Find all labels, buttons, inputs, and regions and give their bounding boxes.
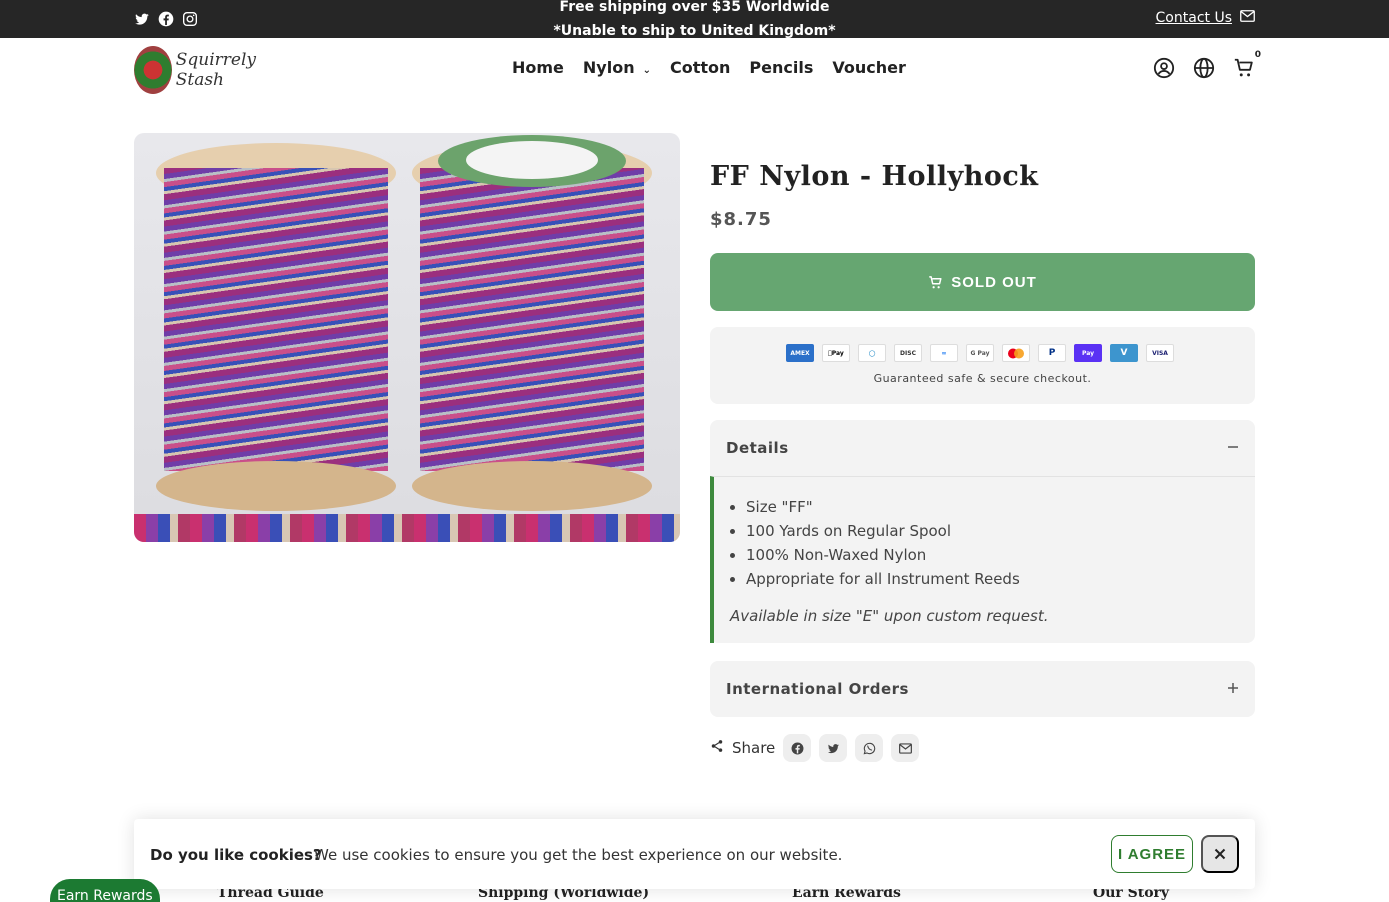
international-orders-header[interactable]: International Orders bbox=[710, 661, 1255, 717]
nav-cotton[interactable]: Cotton bbox=[670, 58, 730, 77]
product-image[interactable] bbox=[134, 133, 680, 542]
cookie-close-button[interactable] bbox=[1201, 835, 1239, 873]
site-logo[interactable]: Squirrely Stash bbox=[134, 45, 256, 95]
custom-size-note: Available in size "E" upon custom reques… bbox=[730, 607, 1049, 625]
sold-out-button[interactable]: SOLD OUT bbox=[710, 253, 1255, 311]
mail-icon bbox=[898, 742, 912, 754]
amex-icon: AMEX bbox=[786, 344, 814, 362]
meta-pay-icon: ∞ bbox=[930, 344, 958, 362]
list-item: 100 Yards on Regular Spool bbox=[746, 519, 1239, 543]
discover-icon: DISC bbox=[894, 344, 922, 362]
google-pay-icon: G Pay bbox=[966, 344, 994, 362]
contact-link-group: Contact Us bbox=[1156, 10, 1255, 26]
cart-icon[interactable]: 0 bbox=[1233, 50, 1261, 79]
mail-icon[interactable] bbox=[1240, 10, 1255, 26]
cookie-message: We use cookies to ensure you get the bes… bbox=[314, 846, 843, 864]
minus-icon bbox=[1227, 439, 1239, 457]
details-heading: Details bbox=[726, 439, 789, 457]
nav-pencils[interactable]: Pencils bbox=[749, 58, 813, 77]
logo-wordmark: Squirrely Stash bbox=[176, 50, 256, 90]
details-accordion: Details Size "FF" 100 Yards on Regular S… bbox=[710, 420, 1255, 643]
mastercard-icon bbox=[1002, 344, 1030, 362]
cart-count-badge: 0 bbox=[1254, 50, 1261, 60]
details-accordion-header[interactable]: Details bbox=[710, 420, 1255, 476]
paypal-icon: P bbox=[1038, 344, 1066, 362]
visa-icon: VISA bbox=[1146, 344, 1174, 362]
share-bar: Share bbox=[710, 734, 920, 762]
cookie-agree-button[interactable]: I AGREE bbox=[1111, 835, 1193, 873]
contact-us-link[interactable]: Contact Us bbox=[1156, 10, 1232, 26]
thread-ribbon bbox=[134, 514, 680, 542]
details-accordion-body: Size "FF" 100 Yards on Regular Spool 100… bbox=[710, 476, 1255, 643]
apple-pay-icon: Pay bbox=[822, 344, 850, 362]
venmo-icon: V bbox=[1110, 344, 1138, 362]
logo-line-1: Squirrely bbox=[175, 50, 256, 70]
secure-checkout-note: Guaranteed safe & secure checkout. bbox=[873, 372, 1092, 385]
whatsapp-icon bbox=[863, 742, 876, 754]
share-whatsapp-button[interactable] bbox=[855, 734, 884, 762]
shop-pay-icon: Pay bbox=[1074, 344, 1102, 362]
share-icon bbox=[710, 739, 724, 757]
header-actions: 0 bbox=[1153, 50, 1261, 79]
main-nav: Home Nylon ⌄ Cotton Pencils Voucher bbox=[512, 58, 906, 77]
share-label: Share bbox=[732, 739, 776, 757]
thread-spool-right bbox=[412, 133, 652, 511]
nav-voucher[interactable]: Voucher bbox=[832, 58, 906, 77]
cart-icon bbox=[929, 275, 942, 288]
thread-spool-left bbox=[156, 133, 396, 511]
nav-nylon[interactable]: Nylon ⌄ bbox=[583, 58, 651, 77]
twitter-icon bbox=[827, 743, 839, 753]
product-title: FF Nylon - Hollyhock bbox=[710, 161, 1039, 192]
nav-nylon-label: Nylon bbox=[582, 58, 635, 77]
list-item: Size "FF" bbox=[746, 495, 1239, 519]
earn-rewards-button[interactable]: Earn Rewards bbox=[50, 879, 160, 902]
diners-icon: ◯ bbox=[858, 344, 886, 362]
details-list: Size "FF" 100 Yards on Regular Spool 100… bbox=[746, 495, 1239, 591]
globe-icon[interactable] bbox=[1193, 57, 1215, 79]
nav-home[interactable]: Home bbox=[512, 58, 564, 77]
payment-methods-box: AMEX Pay ◯ DISC ∞ G Pay P Pay V VISA Gu… bbox=[710, 327, 1255, 404]
account-icon[interactable] bbox=[1153, 57, 1175, 79]
share-email-button[interactable] bbox=[891, 734, 920, 762]
list-item: Appropriate for all Instrument Reeds bbox=[746, 567, 1239, 591]
international-orders-accordion: International Orders bbox=[710, 661, 1255, 717]
sold-out-label: SOLD OUT bbox=[951, 273, 1037, 291]
squirrel-logo-icon bbox=[134, 46, 172, 94]
payment-icons: AMEX Pay ◯ DISC ∞ G Pay P Pay V VISA bbox=[786, 344, 1174, 362]
list-item: 100% Non-Waxed Nylon bbox=[746, 543, 1239, 567]
product-price: $8.75 bbox=[710, 209, 772, 230]
close-icon bbox=[1214, 848, 1226, 860]
chevron-down-icon: ⌄ bbox=[642, 65, 651, 76]
announcement-bar: Free shipping over $35 Worldwide *Unable… bbox=[0, 0, 1389, 39]
logo-line-2: Stash bbox=[175, 70, 225, 90]
international-orders-heading: International Orders bbox=[726, 680, 909, 698]
share-facebook-button[interactable] bbox=[783, 734, 812, 762]
cookie-banner: Do you like cookies? We use cookies to e… bbox=[134, 819, 1255, 889]
facebook-icon bbox=[791, 742, 804, 754]
cookie-question: Do you like cookies? bbox=[150, 846, 322, 864]
share-twitter-button[interactable] bbox=[819, 734, 848, 762]
plus-icon bbox=[1227, 680, 1239, 698]
